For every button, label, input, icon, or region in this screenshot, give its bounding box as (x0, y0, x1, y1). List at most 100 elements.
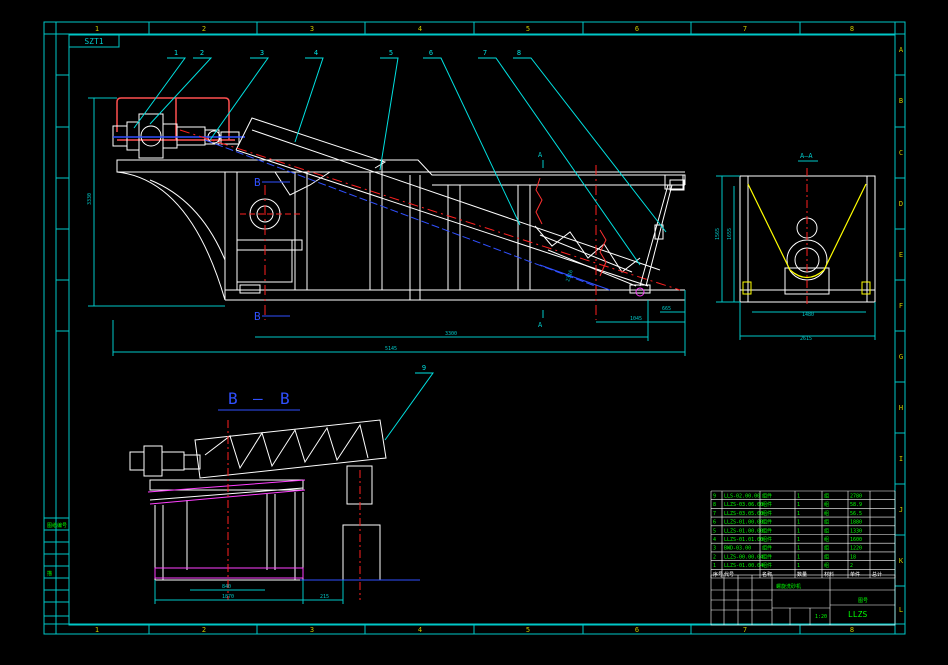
bom-cell-qty: 1 (797, 554, 800, 560)
bom-cell-code: LLZS-01.00.00 (724, 520, 763, 526)
bom-cell-mat: 组 (824, 527, 829, 534)
bom-cell-code: LLZS-00.00.04 (724, 554, 763, 560)
bom-header-cell: 名称 (762, 571, 772, 578)
callout-8: 8 (517, 49, 521, 57)
callout-4: 4 (314, 49, 318, 57)
side-dim-1655: 1655 (727, 228, 733, 240)
row-label-B: B (899, 97, 903, 105)
title-block-drawing-name: 螺旋洗砂机 (776, 583, 801, 590)
bom-cell-name: 组件 (762, 519, 772, 526)
title-block-code: LLZS (848, 610, 867, 619)
drawing-code: SZT1 (84, 37, 103, 46)
side-view-label: A—A (800, 152, 813, 160)
sec-b-top: B (254, 176, 261, 189)
bom-cell-code: LLZS-01.01.00 (724, 537, 763, 543)
bom-cell-no: 4 (713, 537, 716, 543)
bom-cell-wt: 1330 (850, 528, 862, 534)
dim-665: 665 (662, 306, 671, 312)
bom-cell-code: LLZS-01.00.04 (724, 563, 763, 569)
bom-cell-wt: 1220 (850, 546, 862, 552)
col-label-top-3: 3 (310, 25, 314, 33)
callout-2: 2 (200, 49, 204, 57)
bom-cell-no: 1 (713, 563, 716, 569)
bom-cell-no: 7 (713, 511, 716, 517)
col-label-top-4: 4 (418, 25, 422, 33)
bom-cell-qty: 1 (797, 494, 800, 500)
sec-b-bottom: B (254, 310, 261, 323)
col-label-bottom-4: 4 (418, 626, 422, 634)
bom-cell-qty: 1 (797, 528, 800, 534)
bom-cell-code: LLZS-01.00.00 (724, 528, 763, 534)
row-label-F: F (899, 302, 903, 310)
dim-overall-length: 5145 (385, 346, 397, 352)
bom-cell-no: 3 (713, 546, 716, 552)
b-view-label-left: B (228, 389, 238, 408)
bom-header-cell: 材料 (824, 571, 834, 578)
bom-cell-qty: 1 (797, 537, 800, 543)
title-block-scale: 1:20 (815, 614, 827, 620)
side-dim-1565: 1565 (715, 228, 721, 240)
bom-cell-qty: 1 (797, 520, 800, 526)
callout-1: 1 (174, 49, 178, 57)
b-dim-1870: 1870 (222, 594, 234, 600)
row-label-E: E (899, 251, 903, 259)
col-label-top-8: 8 (850, 25, 854, 33)
row-label-G: G (899, 353, 903, 361)
bom-cell-no: 9 (713, 494, 716, 500)
bom-cell-mat: 组 (824, 501, 829, 508)
b-view-label-dash: — (253, 389, 263, 408)
callout-7: 7 (483, 49, 487, 57)
bom-cell-code: LLZS-03.05.00 (724, 511, 763, 517)
bom-cell-name: 组件 (762, 553, 772, 560)
bom-header-cell: 数量 (797, 571, 807, 578)
bom-cell-no: 5 (713, 528, 716, 534)
col-label-bottom-3: 3 (310, 626, 314, 634)
col-label-bottom-1: 1 (95, 626, 99, 634)
cad-drawing: 1 2 3 4 5 6 7 8 1 2 3 4 5 6 7 8 A B C D … (0, 0, 948, 665)
row-label-H: H (899, 404, 903, 412)
b-dim-215: 215 (320, 594, 329, 600)
col-label-bottom-7: 7 (743, 626, 747, 634)
dim-deck-length: 3300 (445, 331, 457, 337)
bom-cell-wt: 56.5 (850, 511, 862, 517)
col-label-top-5: 5 (526, 25, 530, 33)
col-label-top-1: 1 (95, 25, 99, 33)
bom-cell-wt: 2780 (850, 494, 862, 500)
bom-cell-mat: 组 (824, 545, 829, 552)
bom-cell-mat: 组 (824, 553, 829, 560)
row-label-I: I (899, 455, 903, 463)
bom-cell-no: 2 (713, 554, 716, 560)
bom-cell-mat: 组 (824, 519, 829, 526)
callout-5: 5 (389, 49, 393, 57)
bom-cell-wt: 2 (850, 563, 853, 569)
bom-header-cell: 代号 (724, 571, 734, 578)
col-label-bottom-2: 2 (202, 626, 206, 634)
bom-cell-name: 组件 (762, 527, 772, 534)
callout-6: 6 (429, 49, 433, 57)
callout-3: 3 (260, 49, 264, 57)
bom-header-cell: 序号 (713, 571, 723, 578)
bom-cell-code: LLZS-03.06.00 (724, 502, 763, 508)
left-strip-label: 图纸编号 (47, 522, 67, 529)
title-block-org: 图号 (858, 598, 868, 604)
bom-cell-wt: 18 (850, 554, 856, 560)
bom-cell-qty: 1 (797, 502, 800, 508)
row-label-J: J (899, 506, 903, 514)
bom-cell-name: 组件 (762, 562, 772, 569)
col-label-top-6: 6 (635, 25, 639, 33)
bom-cell-no: 8 (713, 502, 716, 508)
dim-height: 3330 (87, 193, 93, 205)
side-dim-1480: 1480 (802, 312, 814, 318)
row-label-L: L (899, 606, 903, 614)
bom-cell-qty: 1 (797, 546, 800, 552)
row-label-C: C (899, 149, 903, 157)
col-label-top-7: 7 (743, 25, 747, 33)
b-view-label-right: B (280, 389, 290, 408)
bom-header-cell: 总计 (872, 571, 882, 578)
bom-cell-name: 组件 (762, 493, 772, 500)
bom-cell-mat: 组 (824, 493, 829, 500)
bom-cell-wt: 58.9 (850, 502, 862, 508)
background (0, 0, 948, 665)
bom-cell-mat: 组 (824, 510, 829, 517)
bom-cell-name: 组件 (762, 501, 772, 508)
